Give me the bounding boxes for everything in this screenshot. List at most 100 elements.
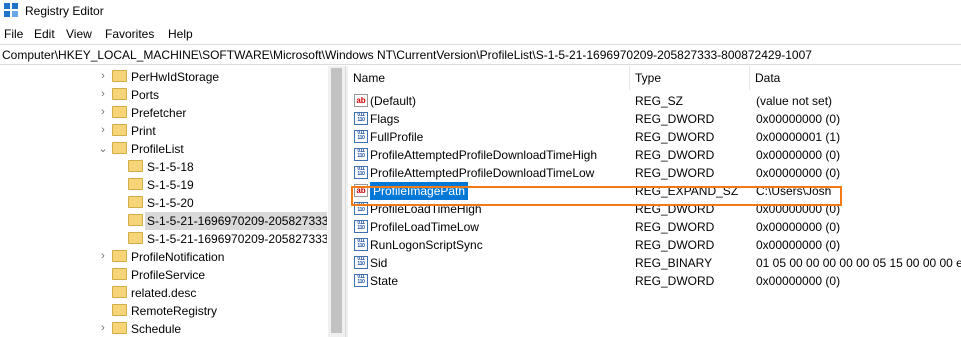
- tree-scrollbar-thumb[interactable]: [331, 68, 342, 333]
- menu-file[interactable]: File: [4, 27, 23, 41]
- tree-item[interactable]: › PerHwIdStorage: [0, 68, 327, 86]
- folder-icon: [128, 232, 143, 244]
- value-name[interactable]: State: [370, 272, 398, 290]
- value-row[interactable]: 011 110 State REG_DWORD 0x00000000 (0): [348, 272, 961, 290]
- value-type: REG_DWORD: [635, 166, 715, 180]
- tree-item[interactable]: S-1-5-20: [0, 194, 327, 212]
- value-type: REG_DWORD: [635, 220, 715, 234]
- folder-icon: [128, 196, 143, 208]
- value-row[interactable]: 011 110 FullProfile REG_DWORD 0x00000001 (1…: [348, 128, 961, 146]
- tree-item-label[interactable]: PerHwIdStorage: [129, 68, 221, 86]
- value-row[interactable]: ab (Default) REG_SZ (value not set): [348, 92, 961, 110]
- value-data: 0x00000000 (0): [756, 202, 841, 216]
- value-row[interactable]: 011 110 ProfileAttemptedProfileDownloadTi…: [348, 164, 961, 182]
- tree-item-label[interactable]: S-1-5-21-1696970209-205827333-8: [145, 230, 327, 248]
- tree-item[interactable]: RemoteRegistry: [0, 302, 327, 320]
- folder-icon: [112, 268, 127, 280]
- tree-item[interactable]: › ProfileNotification: [0, 248, 327, 266]
- menu-edit[interactable]: Edit: [34, 27, 55, 41]
- value-type: REG_DWORD: [635, 274, 715, 288]
- value-type: REG_EXPAND_SZ: [635, 184, 739, 198]
- value-name[interactable]: ProfileAttemptedProfileDownloadTimeHigh: [370, 146, 597, 164]
- value-name[interactable]: RunLogonScriptSync: [370, 236, 483, 254]
- value-row[interactable]: 011 110 ProfileLoadTimeLow REG_DWORD 0x0000…: [348, 218, 961, 236]
- chevron-down-icon[interactable]: ⌄: [98, 142, 108, 155]
- value-type: REG_BINARY: [635, 256, 713, 270]
- column-header-name[interactable]: Name: [348, 66, 630, 90]
- value-name[interactable]: ProfileAttemptedProfileDownloadTimeLow: [370, 164, 594, 182]
- value-name[interactable]: Flags: [370, 110, 399, 128]
- chevron-right-icon[interactable]: ›: [98, 322, 108, 334]
- column-header-data[interactable]: Data: [750, 66, 961, 90]
- value-type: REG_DWORD: [635, 238, 715, 252]
- value-data: 0x00000000 (0): [756, 274, 841, 288]
- tree-item[interactable]: S-1-5-21-1696970209-205827333-8: [0, 230, 327, 248]
- value-row[interactable]: ab ProfileImagePath REG_EXPAND_SZ C:\Users\…: [348, 182, 961, 200]
- window-title: Registry Editor: [25, 4, 104, 18]
- tree-item[interactable]: S-1-5-21-1696970209-205827333-8: [0, 212, 327, 230]
- value-row[interactable]: 011 110 RunLogonScriptSync REG_DWORD 0x0000…: [348, 236, 961, 254]
- value-type: REG_DWORD: [635, 112, 715, 126]
- value-name[interactable]: ProfileLoadTimeLow: [370, 218, 479, 236]
- chevron-right-icon[interactable]: ›: [98, 124, 108, 136]
- tree-item-label[interactable]: ProfileService: [129, 266, 207, 284]
- value-data: C:\Users\Josh: [756, 184, 832, 198]
- menu-view[interactable]: View: [66, 27, 92, 41]
- value-name[interactable]: FullProfile: [370, 128, 423, 146]
- value-data: 01 05 00 00 00 00 00 05 15 00 00 00 e1 b…: [756, 256, 961, 270]
- tree-item-label[interactable]: Prefetcher: [129, 104, 188, 122]
- folder-icon: [112, 250, 127, 262]
- binary-value-icon: 011 110: [354, 130, 368, 143]
- value-name[interactable]: ProfileLoadTimeHigh: [370, 200, 482, 218]
- tree-item-label[interactable]: S-1-5-19: [145, 176, 196, 194]
- tree-item-label[interactable]: S-1-5-21-1696970209-205827333-8: [145, 212, 327, 230]
- tree-item[interactable]: related.desc: [0, 284, 327, 302]
- tree-item-label[interactable]: ProfileNotification: [129, 248, 226, 266]
- chevron-right-icon[interactable]: ›: [98, 106, 108, 118]
- binary-value-icon: 011 110: [354, 220, 368, 233]
- binary-value-icon: 011 110: [354, 256, 368, 269]
- tree-item-label[interactable]: related.desc: [129, 284, 198, 302]
- menu-help[interactable]: Help: [168, 27, 193, 41]
- tree-item-label[interactable]: Ports: [129, 86, 161, 104]
- tree-item-label[interactable]: RemoteRegistry: [129, 302, 219, 320]
- tree-item-label[interactable]: Schedule: [129, 320, 183, 337]
- folder-icon: [112, 106, 127, 118]
- tree-item[interactable]: › Ports: [0, 86, 327, 104]
- registry-editor-icon: [4, 3, 19, 18]
- menu-favorites[interactable]: Favorites: [105, 27, 154, 41]
- value-row[interactable]: 011 110 ProfileAttemptedProfileDownloadTi…: [348, 146, 961, 164]
- binary-value-icon: 011 110: [354, 148, 368, 161]
- chevron-right-icon[interactable]: ›: [98, 70, 108, 82]
- address-bar[interactable]: Computer\HKEY_LOCAL_MACHINE\SOFTWARE\Mic…: [0, 44, 961, 65]
- address-path[interactable]: Computer\HKEY_LOCAL_MACHINE\SOFTWARE\Mic…: [2, 48, 812, 62]
- tree-item-label[interactable]: S-1-5-18: [145, 158, 196, 176]
- tree-item[interactable]: S-1-5-18: [0, 158, 327, 176]
- tree-item-label[interactable]: Print: [129, 122, 158, 140]
- folder-icon: [128, 178, 143, 190]
- tree-item[interactable]: ProfileService: [0, 266, 327, 284]
- tree-item[interactable]: › Schedule: [0, 320, 327, 337]
- tree-scrollbar[interactable]: [328, 66, 345, 337]
- chevron-right-icon[interactable]: ›: [98, 88, 108, 100]
- folder-icon: [128, 160, 143, 172]
- tree-item-label[interactable]: S-1-5-20: [145, 194, 196, 212]
- tree-item[interactable]: › Print: [0, 122, 327, 140]
- value-name[interactable]: ProfileImagePath: [370, 182, 469, 200]
- value-row[interactable]: 011 110 ProfileLoadTimeHigh REG_DWORD 0x000…: [348, 200, 961, 218]
- value-name[interactable]: (Default): [370, 92, 416, 110]
- value-name[interactable]: Sid: [370, 254, 387, 272]
- tree-item[interactable]: ⌄ ProfileList: [0, 140, 327, 158]
- folder-icon: [128, 214, 143, 226]
- column-header-type[interactable]: Type: [630, 66, 750, 90]
- tree-item[interactable]: S-1-5-19: [0, 176, 327, 194]
- value-row[interactable]: 011 110 Flags REG_DWORD 0x00000000 (0): [348, 110, 961, 128]
- values-list[interactable]: Name Type Data ab (Default) REG_SZ (value n…: [348, 66, 961, 337]
- tree-item[interactable]: › Prefetcher: [0, 104, 327, 122]
- folder-icon: [112, 304, 127, 316]
- chevron-right-icon[interactable]: ›: [98, 250, 108, 262]
- key-tree[interactable]: › PerHwIdStorage › Ports › Prefetcher › Print ⌄ P…: [0, 66, 327, 337]
- value-row[interactable]: 011 110 Sid REG_BINARY 01 05 00 00 00 00 00…: [348, 254, 961, 272]
- binary-value-icon: 011 110: [354, 274, 368, 287]
- tree-item-label[interactable]: ProfileList: [129, 140, 186, 158]
